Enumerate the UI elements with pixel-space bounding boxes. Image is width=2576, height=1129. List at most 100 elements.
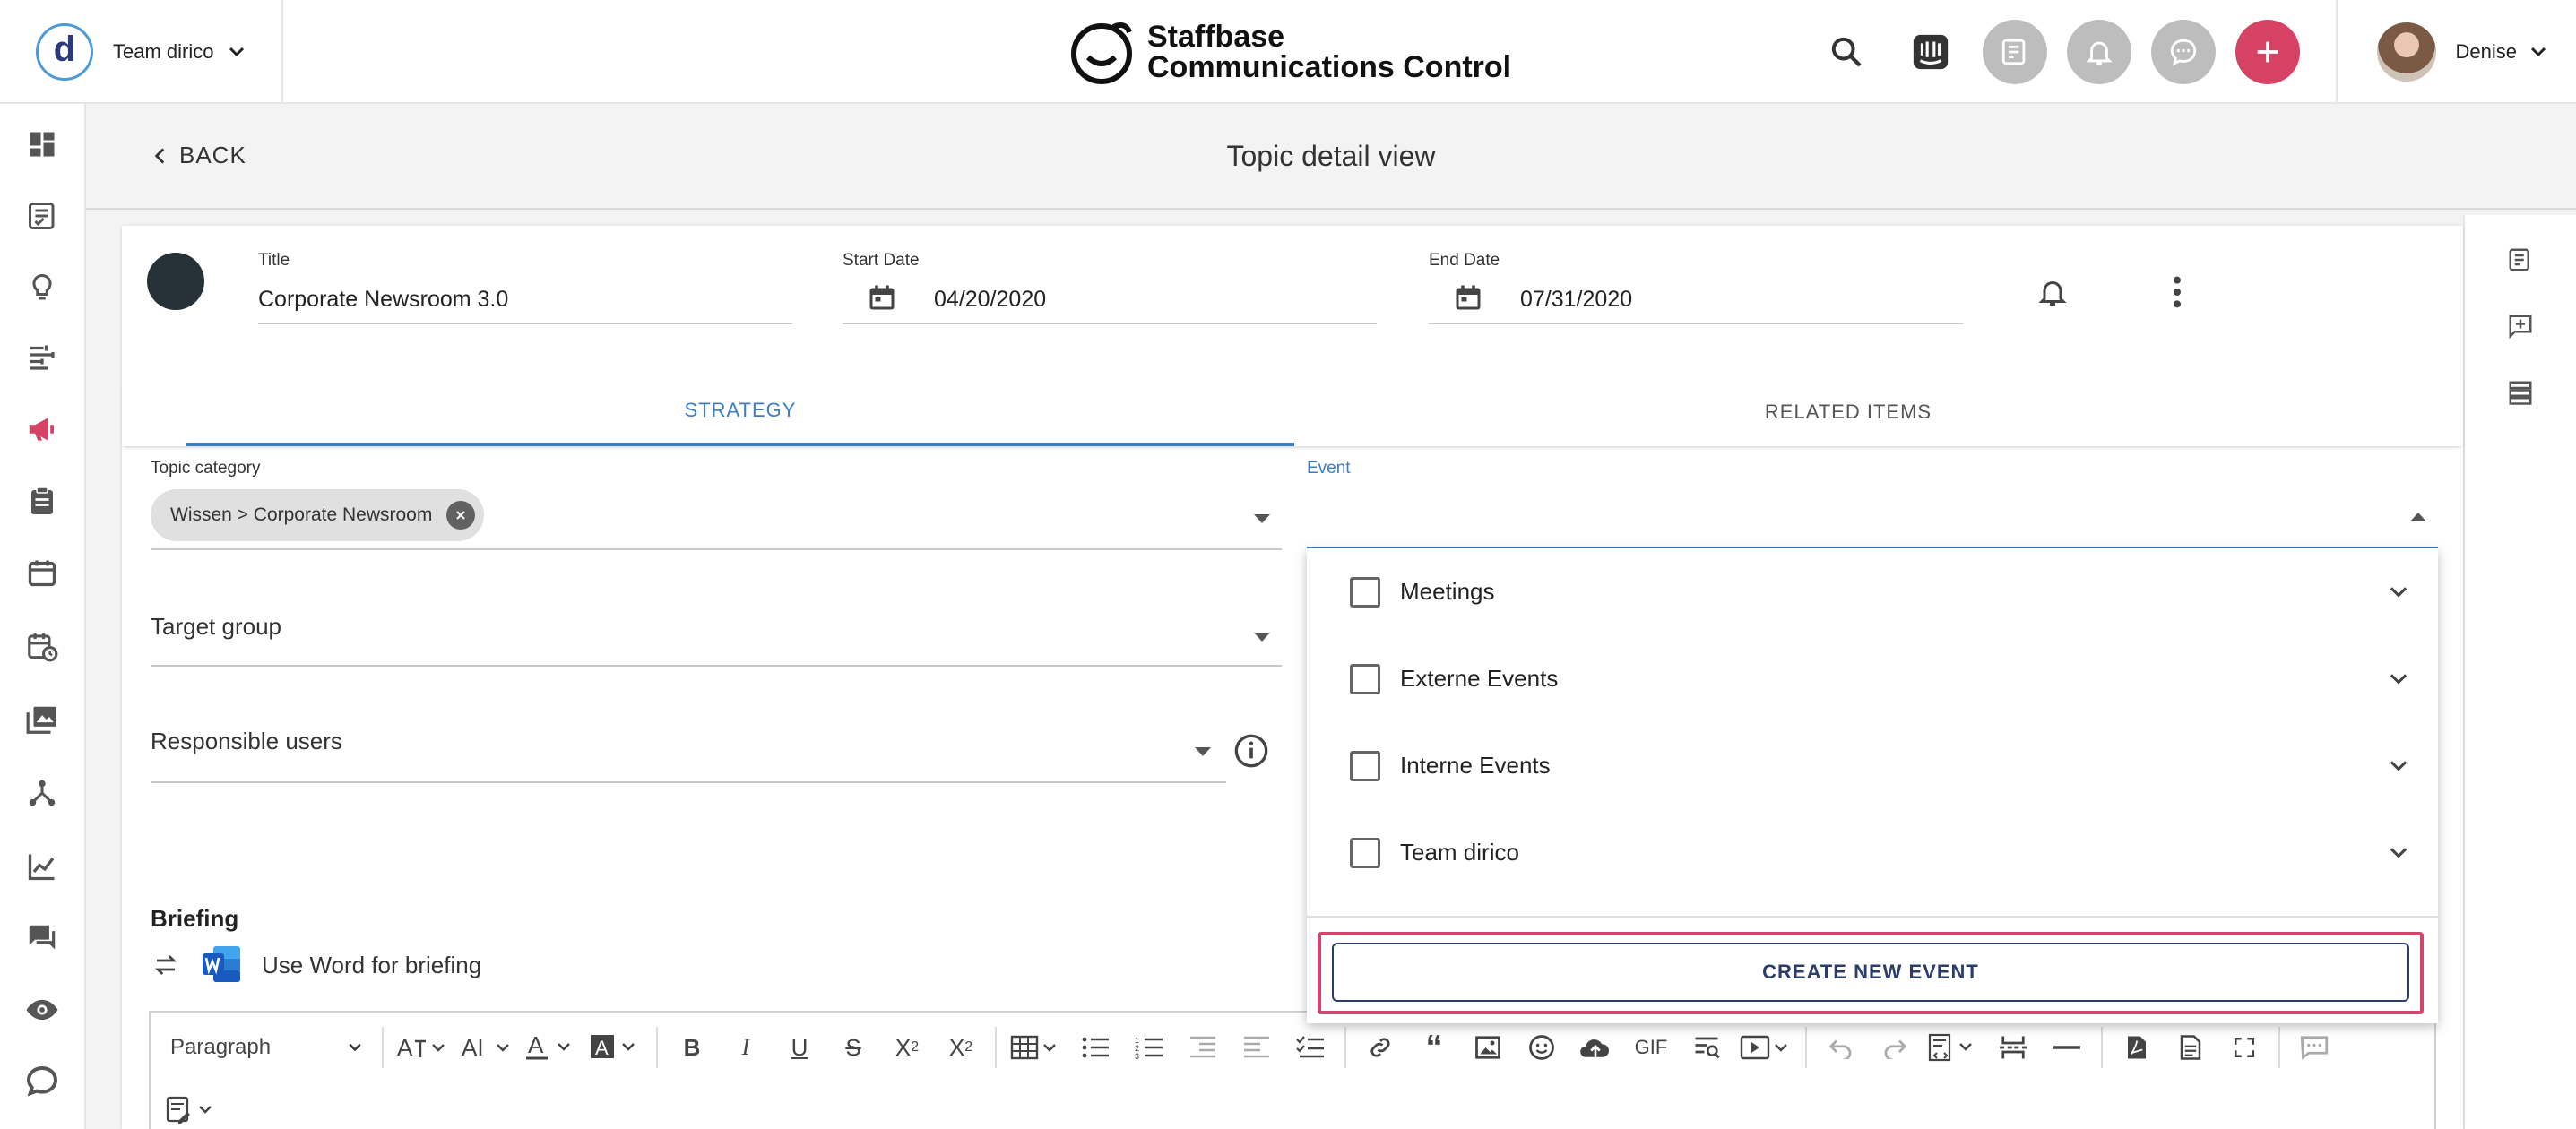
avatar bbox=[2376, 22, 2436, 82]
calendar-icon[interactable] bbox=[22, 552, 63, 593]
page-break-icon[interactable] bbox=[1986, 1025, 2040, 1070]
gif-button[interactable]: GIF bbox=[1622, 1025, 1680, 1070]
comment-icon[interactable] bbox=[2287, 1025, 2341, 1070]
use-word-label[interactable]: Use Word for briefing bbox=[262, 952, 481, 979]
superscript-icon[interactable]: X2 bbox=[934, 1025, 988, 1070]
plus-icon[interactable] bbox=[2235, 20, 2300, 84]
checkbox[interactable] bbox=[1350, 576, 1380, 608]
lightbulb-icon[interactable] bbox=[22, 267, 63, 308]
find-replace-icon[interactable] bbox=[1680, 1025, 1733, 1070]
redo-icon[interactable] bbox=[1868, 1025, 1922, 1070]
chevron-down-icon[interactable] bbox=[2386, 667, 2411, 692]
chevron-down-icon[interactable] bbox=[2386, 754, 2411, 779]
intercom-icon[interactable] bbox=[1898, 20, 1963, 84]
checkbox[interactable] bbox=[1350, 663, 1380, 694]
underline-icon[interactable]: U bbox=[773, 1025, 826, 1070]
numbered-list-icon[interactable]: 123 bbox=[1122, 1025, 1176, 1070]
link-icon[interactable] bbox=[1353, 1025, 1407, 1070]
toolbar-divider bbox=[656, 1027, 658, 1068]
tab-related-items[interactable]: RELATED ITEMS bbox=[1294, 378, 2402, 446]
event-option[interactable]: Interne Events bbox=[1307, 722, 2438, 809]
chevron-down-icon[interactable] bbox=[2386, 840, 2411, 866]
bold-icon[interactable]: B bbox=[665, 1025, 719, 1070]
strikethrough-icon[interactable]: S bbox=[826, 1025, 880, 1070]
outdent-icon[interactable] bbox=[1176, 1025, 1230, 1070]
chevron-down-icon[interactable] bbox=[2386, 580, 2411, 605]
subscript-icon[interactable]: X2 bbox=[880, 1025, 934, 1070]
eye-icon[interactable] bbox=[22, 989, 63, 1030]
image-icon[interactable] bbox=[1461, 1025, 1515, 1070]
event-option[interactable]: Externe Events bbox=[1307, 635, 2438, 722]
export-pdf-icon[interactable] bbox=[2110, 1025, 2164, 1070]
bell-icon[interactable] bbox=[2066, 20, 2131, 84]
horizontal-line-icon[interactable] bbox=[2040, 1025, 2094, 1070]
network-icon[interactable] bbox=[22, 772, 63, 814]
calendar-clock-icon[interactable] bbox=[22, 625, 63, 667]
topic-color-dot[interactable] bbox=[147, 253, 204, 310]
dropdown-arrow-icon[interactable] bbox=[1251, 631, 1273, 643]
template-icon[interactable] bbox=[160, 1088, 224, 1129]
more-vert-icon[interactable] bbox=[2171, 274, 2183, 310]
megaphone-icon[interactable] bbox=[22, 409, 63, 450]
event-option[interactable]: Meetings bbox=[1307, 548, 2438, 635]
font-family-icon[interactable]: A bbox=[391, 1025, 455, 1070]
tab-strategy[interactable]: STRATEGY bbox=[186, 378, 1294, 446]
checkbox[interactable] bbox=[1350, 837, 1380, 868]
media-embed-icon[interactable] bbox=[1733, 1025, 1798, 1070]
bell-icon[interactable] bbox=[2036, 274, 2069, 310]
start-date-field[interactable]: 04/20/2020 bbox=[934, 287, 1046, 313]
paragraph-select[interactable]: Paragraph bbox=[160, 1025, 375, 1070]
chat-icon[interactable] bbox=[2150, 20, 2216, 84]
planning-icon[interactable] bbox=[22, 337, 63, 378]
emoji-icon[interactable] bbox=[1515, 1025, 1569, 1070]
chip-remove-icon[interactable] bbox=[446, 501, 476, 530]
checklist-icon[interactable] bbox=[22, 195, 63, 237]
blockquote-icon[interactable]: “ bbox=[1407, 1025, 1461, 1070]
search-icon[interactable] bbox=[1814, 20, 1879, 84]
source-edit-icon[interactable] bbox=[1922, 1025, 1986, 1070]
comments-icon[interactable] bbox=[22, 918, 63, 959]
font-size-icon[interactable]: AI bbox=[455, 1025, 520, 1070]
chat-bubble-icon[interactable] bbox=[22, 1061, 63, 1102]
upload-icon[interactable] bbox=[1569, 1025, 1622, 1070]
target-group-select[interactable] bbox=[151, 593, 1282, 665]
bulleted-list-icon[interactable] bbox=[1068, 1025, 1122, 1070]
team-logo: d bbox=[36, 23, 93, 81]
calendar-icon[interactable] bbox=[866, 281, 898, 314]
title-field[interactable]: Corporate Newsroom 3.0 bbox=[258, 287, 508, 313]
create-new-event-button[interactable]: CREATE NEW EVENT bbox=[1332, 943, 2409, 1002]
swap-icon[interactable] bbox=[152, 952, 179, 978]
table-icon[interactable] bbox=[1004, 1025, 1068, 1070]
dropdown-arrow-up-icon[interactable] bbox=[2407, 511, 2429, 523]
staffbase-logo-icon bbox=[1068, 18, 1135, 86]
font-color-icon[interactable]: A bbox=[520, 1025, 584, 1070]
info-icon[interactable] bbox=[1233, 733, 1269, 769]
calendar-icon[interactable] bbox=[1452, 281, 1484, 314]
responsible-users-select[interactable] bbox=[151, 710, 1226, 781]
undo-icon[interactable] bbox=[1814, 1025, 1868, 1070]
clipboard-icon[interactable] bbox=[22, 480, 63, 521]
todo-list-icon[interactable] bbox=[1284, 1025, 1337, 1070]
team-switcher[interactable]: d Team dirico bbox=[0, 0, 283, 104]
italic-icon[interactable]: I bbox=[719, 1025, 773, 1070]
end-date-field[interactable]: 07/31/2020 bbox=[1520, 287, 1632, 313]
dropdown-arrow-icon[interactable] bbox=[1251, 513, 1273, 525]
background-color-icon[interactable]: A bbox=[584, 1025, 649, 1070]
dropdown-arrow-icon[interactable] bbox=[1192, 745, 1214, 758]
tasks-icon[interactable] bbox=[1982, 20, 2047, 84]
fullscreen-icon[interactable] bbox=[2217, 1025, 2271, 1070]
indent-icon[interactable] bbox=[1230, 1025, 1284, 1070]
media-icon[interactable] bbox=[22, 699, 63, 740]
event-option[interactable]: Team dirico bbox=[1307, 809, 2438, 896]
dashboard-icon[interactable] bbox=[22, 124, 63, 165]
notes-icon[interactable] bbox=[2503, 242, 2538, 278]
checkbox[interactable] bbox=[1350, 750, 1380, 781]
user-menu[interactable]: Denise bbox=[2335, 0, 2576, 104]
start-date-underline bbox=[843, 323, 1377, 324]
add-comment-icon[interactable] bbox=[2503, 308, 2538, 344]
event-select[interactable] bbox=[1307, 477, 2438, 548]
export-word-icon[interactable] bbox=[2164, 1025, 2217, 1070]
checklist-list-icon[interactable] bbox=[2503, 375, 2538, 410]
analytics-icon[interactable] bbox=[22, 846, 63, 887]
svg-text:A: A bbox=[528, 1033, 544, 1058]
